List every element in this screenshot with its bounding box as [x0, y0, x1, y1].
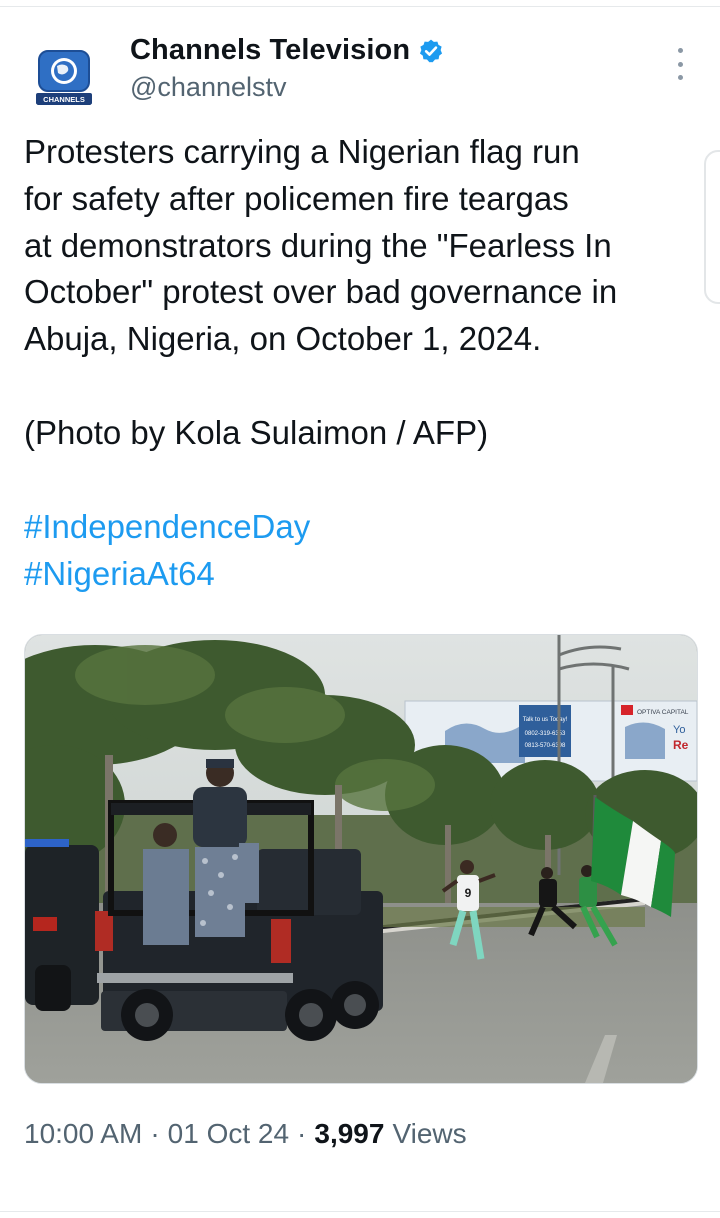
channels-logo: CHANNELS: [36, 50, 92, 105]
hashtag-independence-day[interactable]: #IndependenceDay: [24, 504, 310, 551]
billboard-text-right: Yo: [673, 724, 685, 736]
more-options-icon[interactable]: [668, 48, 692, 80]
author-name-row[interactable]: Channels Television: [130, 34, 444, 67]
billboard-brand: OPTIVA CAPITAL: [637, 709, 689, 716]
billboard-line-1: Talk to us Today!: [523, 717, 568, 723]
display-name[interactable]: Channels Television: [130, 34, 410, 67]
tweet-text: Protesters carrying a Nigerian flag run …: [24, 133, 618, 358]
tweet-time[interactable]: 10:00 AM: [24, 1118, 142, 1150]
bottom-divider: [0, 1211, 720, 1212]
meta-separator: ·: [297, 1118, 307, 1149]
police-car: [25, 839, 99, 1011]
photo-credit: (Photo by Kola Sulaimon / AFP): [24, 414, 489, 451]
verified-badge-icon: [418, 38, 444, 64]
edge-scroll-handle[interactable]: [704, 150, 720, 304]
hashtag-nigeria-at-64[interactable]: #NigeriaAt64: [24, 551, 215, 598]
avatar-wordmark: CHANNELS: [43, 95, 85, 104]
meta-separator: ·: [150, 1118, 160, 1149]
views-count[interactable]: 3,997: [314, 1118, 384, 1150]
jersey-number: 9: [465, 886, 472, 900]
avatar[interactable]: CHANNELS: [24, 35, 104, 115]
billboard-text-right-2: Re: [673, 738, 689, 752]
tweet-meta: 10:00 AM · 01 Oct 24 · 3,997 Views: [24, 1118, 467, 1150]
views-label: Views: [392, 1118, 467, 1149]
top-divider: [0, 6, 720, 7]
protest-scene: Talk to us Today! 0802-319-6353 0813-570…: [25, 635, 697, 1083]
tweet-photo[interactable]: Talk to us Today! 0802-319-6353 0813-570…: [24, 634, 698, 1084]
user-handle[interactable]: @channelstv: [130, 72, 287, 103]
tweet-date[interactable]: 01 Oct 24: [168, 1118, 289, 1150]
